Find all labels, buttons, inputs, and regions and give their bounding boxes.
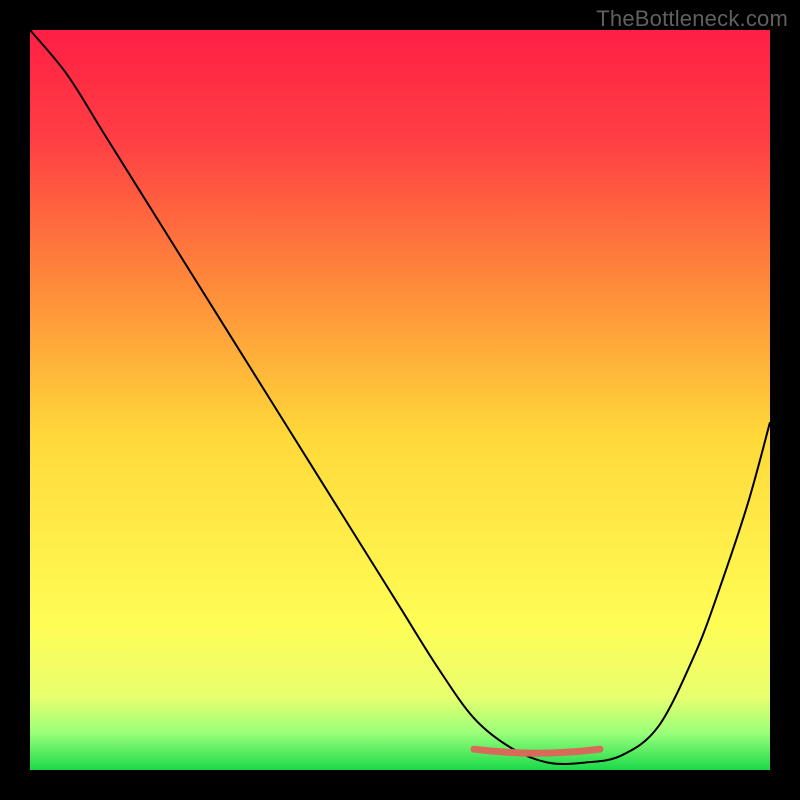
optimal-range-marker [474,749,600,753]
gradient-background [30,30,770,770]
watermark-text: TheBottleneck.com [596,6,788,32]
plot-area [30,30,770,770]
chart-frame: TheBottleneck.com [0,0,800,800]
chart-svg [30,30,770,770]
